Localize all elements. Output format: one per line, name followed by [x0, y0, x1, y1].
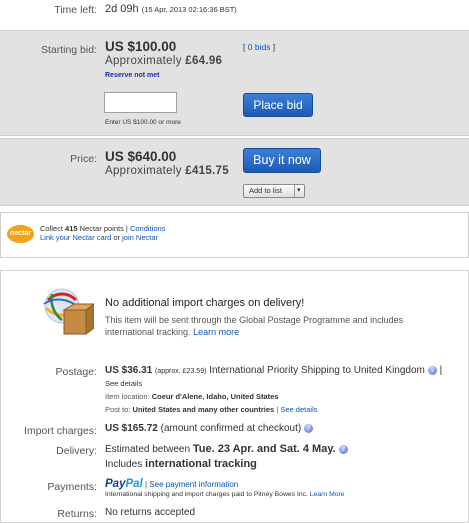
time-left-value: 2d 09h (15 Apr, 2013 02:16:36 BST) [105, 3, 237, 15]
buy-price: US $640.00 [105, 149, 177, 164]
nectar-conditions-link[interactable]: Conditions [130, 224, 165, 233]
starting-bid-label: Starting bid: [40, 44, 97, 56]
buy-approx: Approximately £415.75 [105, 165, 229, 177]
starting-bid-approx: Approximately £64.96 [105, 55, 222, 67]
time-left-label: Time left: [54, 4, 97, 16]
global-shipping-globe-icon [43, 288, 94, 335]
postage-approx: (approx. £23.59) [155, 368, 207, 375]
shipping-heading: No additional import charges on delivery… [105, 297, 305, 309]
item-location: Item location: Coeur d'Alene, Idaho, Uni… [105, 392, 279, 401]
buy-it-now-button[interactable]: Buy it now [243, 148, 321, 173]
chevron-down-icon: ▾ [297, 187, 301, 194]
returns-value: No returns accepted [105, 507, 196, 518]
learn-more-link[interactable]: Learn more [193, 327, 239, 337]
payments-line: PayPal | See payment information [105, 478, 239, 490]
returns-label: Returns: [57, 508, 97, 520]
delivery-estimate: Estimated between Tue. 23 Apr. and Sat. … [105, 443, 348, 455]
time-left-duration: 2d 09h [105, 3, 139, 15]
postage-see-details-link[interactable]: See details [105, 379, 142, 388]
item-location-value: Coeur d'Alene, Idaho, United States [151, 392, 279, 401]
paypal-logo: PayPal [105, 478, 143, 490]
price-label: Price: [70, 153, 97, 165]
buy-approx-value: £415.75 [185, 165, 229, 177]
bids-count[interactable]: [ 0 bids ] [243, 42, 275, 52]
help-icon[interactable]: ? [427, 365, 437, 375]
bid-hint: Enter US $100.00 or more [105, 119, 181, 126]
nectar-logo: nectar [7, 225, 34, 243]
help-icon[interactable]: ? [338, 444, 348, 454]
postage-price: US $36.31 [105, 365, 153, 376]
import-charges-label: Import charges: [24, 425, 97, 437]
payment-info-link[interactable]: See payment information [149, 480, 238, 489]
link-nectar-card-link[interactable]: Link your Nectar card [40, 233, 111, 242]
time-left-detail: (15 Apr, 2013 02:16:36 BST) [141, 5, 237, 14]
post-to-see-details-link[interactable]: See details [280, 405, 317, 414]
payment-learn-more-link[interactable]: Learn More [310, 491, 345, 498]
join-nectar-link[interactable]: join Nectar [122, 233, 158, 242]
help-icon[interactable]: ? [304, 423, 314, 433]
payment-note: International shipping and import charge… [105, 491, 345, 498]
starting-bid-price: US $100.00 [105, 39, 177, 54]
buy-panel [0, 138, 469, 206]
payments-label: Payments: [47, 481, 97, 493]
postage-line: US $36.31 (approx. £23.59) International… [105, 365, 443, 376]
bid-amount-input[interactable] [104, 92, 177, 113]
shipping-description: This item will be sent through the Globa… [105, 315, 404, 337]
add-to-list-dropdown[interactable]: Add to list ▾ [243, 184, 305, 198]
nectar-panel: nectar Collect 415 Nectar points | Condi… [0, 212, 469, 258]
place-bid-button[interactable]: Place bid [243, 93, 313, 117]
delivery-label: Delivery: [56, 445, 97, 457]
post-to-value: United States and many other countries [132, 405, 275, 414]
nectar-text: Collect 415 Nectar points | Conditions L… [40, 224, 166, 242]
reserve-status: Reserve not met [105, 72, 160, 79]
bids-link[interactable]: 0 bids [248, 42, 271, 52]
approx-prefix: Approximately [105, 55, 182, 67]
add-to-list-label: Add to list [249, 186, 282, 195]
post-to: Post to: United States and many other co… [105, 405, 318, 414]
nectar-points: 415 [65, 224, 78, 233]
buy-approx-prefix: Approximately [105, 165, 182, 177]
postage-service: International Priority Shipping to Unite… [209, 365, 425, 376]
delivery-tracking: Includes international tracking [105, 458, 257, 470]
import-charges-value: US $165.72 [105, 423, 158, 434]
tracking-text: international tracking [145, 458, 257, 470]
delivery-dates: Tue. 23 Apr. and Sat. 4 May. [192, 443, 336, 455]
import-charges: US $165.72 (amount confirmed at checkout… [105, 423, 314, 434]
postage-label: Postage: [55, 366, 97, 378]
time-left-row: Time left: 2d 09h (15 Apr, 2013 02:16:36… [0, 0, 469, 28]
approx-value: £64.96 [185, 55, 223, 67]
